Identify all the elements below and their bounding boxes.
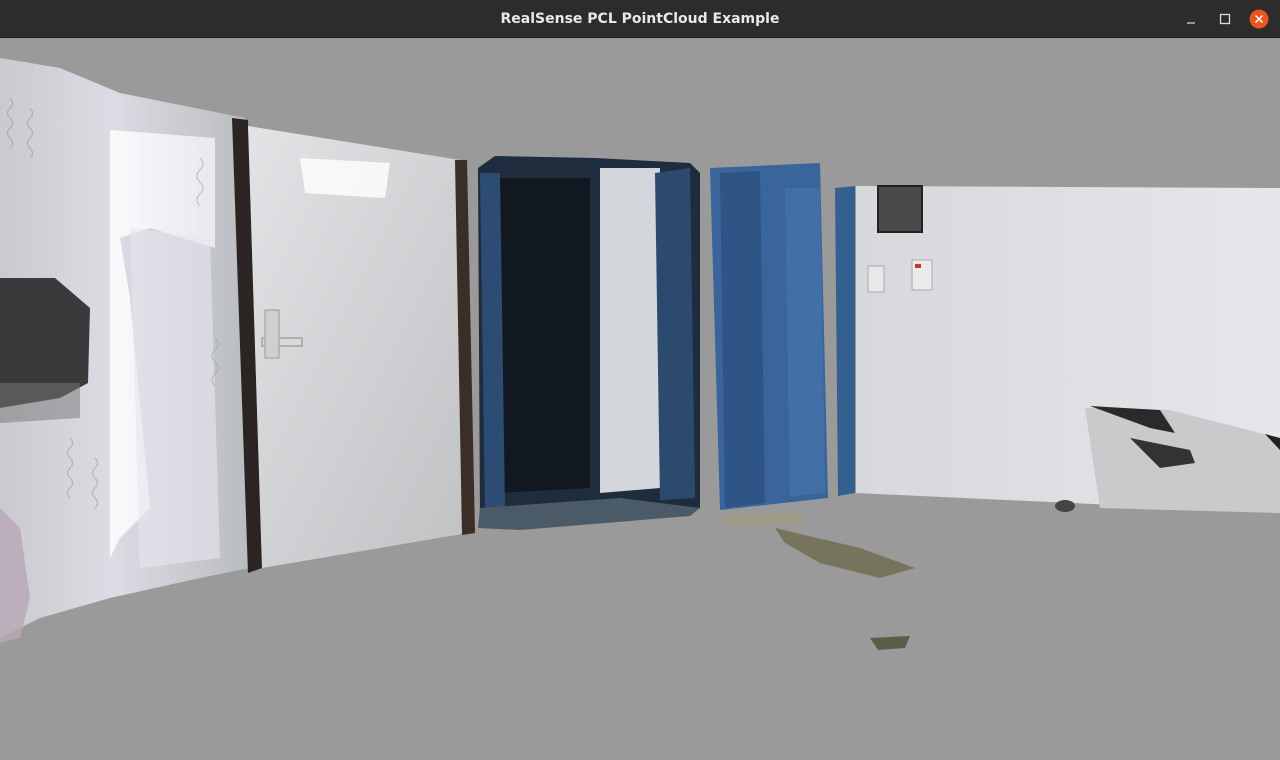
wall-picture (877, 185, 923, 233)
app-window: RealSense PCL PointCloud Example (0, 0, 1280, 760)
title-bar[interactable]: RealSense PCL PointCloud Example (0, 0, 1280, 38)
minimize-icon (1187, 22, 1195, 24)
close-icon (1249, 9, 1269, 29)
point-cloud-render (0, 58, 1280, 650)
maximize-button[interactable] (1214, 8, 1236, 30)
point-cloud-viewport[interactable] (0, 38, 1280, 760)
close-button[interactable] (1248, 8, 1270, 30)
minimize-button[interactable] (1180, 8, 1202, 30)
maximize-icon (1219, 13, 1231, 25)
window-title: RealSense PCL PointCloud Example (500, 11, 780, 27)
floor-debris (775, 528, 915, 578)
light-switch (867, 265, 885, 293)
